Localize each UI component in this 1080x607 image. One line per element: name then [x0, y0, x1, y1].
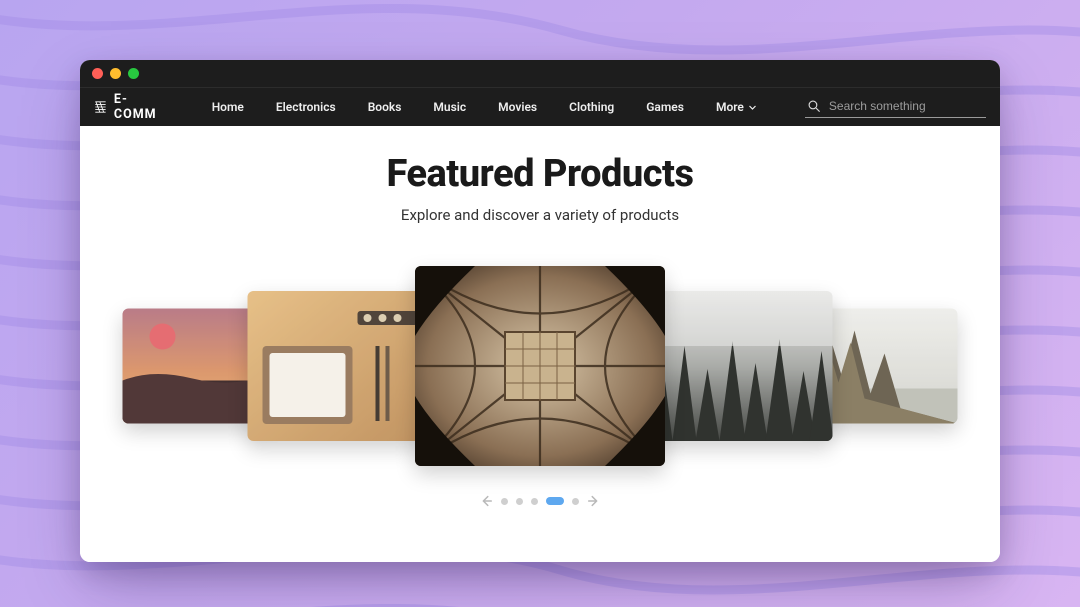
featured-carousel [80, 256, 1000, 476]
search-box[interactable] [805, 96, 986, 118]
search-icon [807, 99, 821, 113]
nav-link-music[interactable]: Music [433, 100, 466, 114]
nav-link-more[interactable]: More [716, 100, 757, 114]
maximize-traffic-light[interactable] [128, 68, 139, 79]
nav-link-movies[interactable]: Movies [498, 100, 537, 114]
search-input[interactable] [829, 99, 984, 113]
pagination-dot-1[interactable] [516, 498, 523, 505]
carousel-slide-1[interactable] [248, 291, 433, 441]
nav-link-home[interactable]: Home [212, 100, 244, 114]
page-subtitle: Explore and discover a variety of produc… [80, 206, 1000, 224]
nav-more-label: More [716, 100, 744, 114]
carousel-slide-3[interactable] [648, 291, 833, 441]
nav-link-books[interactable]: Books [368, 100, 402, 114]
pagination-dot-4[interactable] [572, 498, 579, 505]
carousel-slide-2[interactable] [415, 266, 665, 466]
nav-link-electronics[interactable]: Electronics [276, 100, 336, 114]
brand-logo-icon [94, 99, 107, 115]
brand[interactable]: E-COMM [94, 92, 160, 122]
carousel-slide-4[interactable] [813, 309, 958, 424]
pagination-dot-0[interactable] [501, 498, 508, 505]
close-traffic-light[interactable] [92, 68, 103, 79]
window-titlebar [80, 60, 1000, 88]
nav-link-clothing[interactable]: Clothing [569, 100, 614, 114]
carousel-prev-arrow-icon[interactable] [479, 494, 493, 508]
browser-window: E-COMM Home Electronics Books Music Movi… [80, 60, 1000, 562]
chevron-down-icon [748, 103, 757, 112]
pagination-dot-2[interactable] [531, 498, 538, 505]
nav-link-games[interactable]: Games [646, 100, 684, 114]
carousel-pagination [80, 494, 1000, 508]
hero-heading: Featured Products Explore and discover a… [80, 152, 1000, 224]
main-navbar: E-COMM Home Electronics Books Music Movi… [80, 88, 1000, 126]
content-area: Featured Products Explore and discover a… [80, 126, 1000, 562]
carousel-slide-0[interactable] [123, 309, 268, 424]
carousel-next-arrow-icon[interactable] [587, 494, 601, 508]
nav-links: Home Electronics Books Music Movies Clot… [212, 100, 757, 114]
page-title: Featured Products [80, 152, 1000, 196]
pagination-dot-3[interactable] [546, 497, 564, 505]
minimize-traffic-light[interactable] [110, 68, 121, 79]
brand-name: E-COMM [114, 92, 160, 122]
